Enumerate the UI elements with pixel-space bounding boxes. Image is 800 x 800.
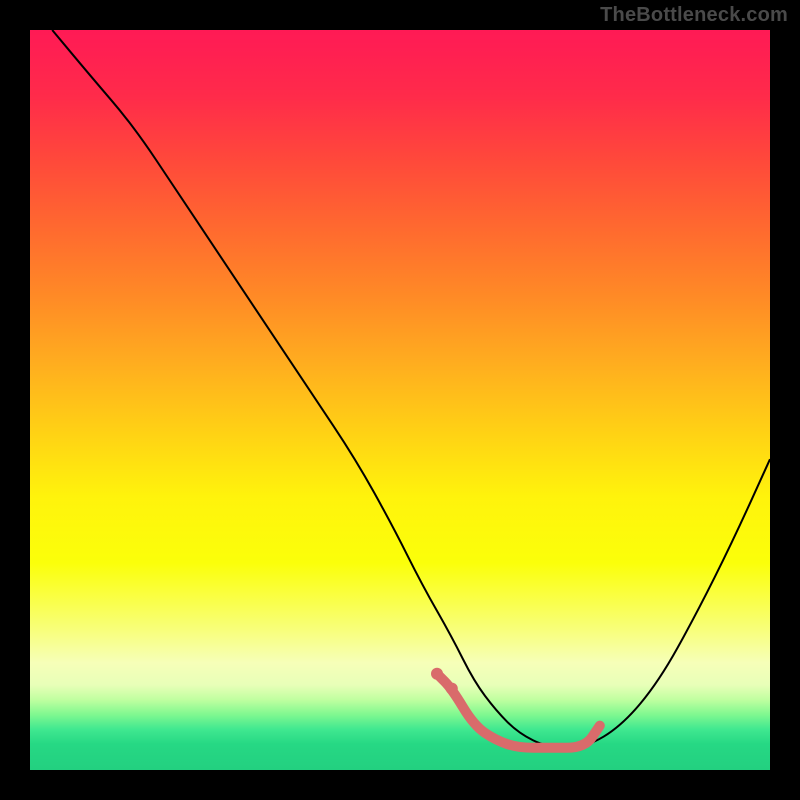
chart-svg (0, 0, 800, 800)
chart-frame: TheBottleneck.com (0, 0, 800, 800)
dot-2 (446, 683, 458, 695)
watermark-text: TheBottleneck.com (600, 4, 788, 27)
chart-background (30, 30, 770, 770)
dot-1 (431, 668, 443, 680)
